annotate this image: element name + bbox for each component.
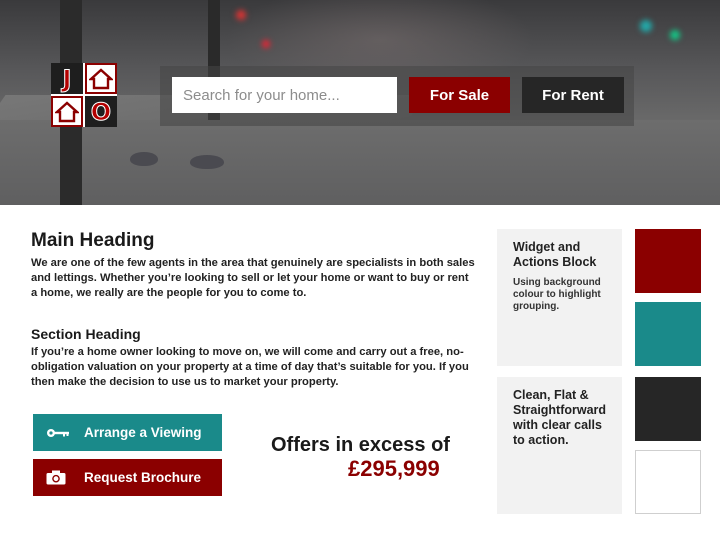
logo-letter-o-text: O — [90, 97, 112, 126]
hero-light — [262, 40, 270, 48]
key-icon — [46, 428, 74, 438]
color-swatch-white — [635, 450, 701, 514]
color-swatch-teal — [635, 302, 701, 366]
section-heading: Section Heading — [31, 326, 141, 342]
hero-road — [0, 120, 720, 205]
search-input[interactable] — [172, 77, 397, 113]
logo[interactable]: J O — [51, 63, 117, 127]
house-icon — [51, 96, 83, 127]
color-swatch-red — [635, 229, 701, 293]
for-sale-button[interactable]: For Sale — [409, 77, 510, 113]
hero-light — [640, 20, 652, 32]
widget-title: Widget and Actions Block — [513, 240, 597, 269]
arrange-viewing-label: Arrange a Viewing — [84, 425, 202, 440]
widget-actions-block: Widget and Actions Block Using backgroun… — [497, 229, 622, 366]
logo-letter-j: J — [51, 63, 83, 94]
widget-text: Using background colour to highlight gro… — [513, 277, 601, 312]
widget-clean-flat: Clean, Flat & Straightforward with clear… — [497, 377, 622, 514]
logo-letter-j-text: J — [62, 64, 72, 93]
offers-label: Offers in excess of — [271, 434, 450, 456]
price: £295,999 — [348, 456, 440, 481]
section-paragraph: If you’re a home owner looking to move o… — [31, 346, 469, 388]
arrange-viewing-button[interactable]: Arrange a Viewing — [33, 414, 222, 451]
widget-title: Clean, Flat & Straightforward with clear… — [513, 388, 607, 447]
intro-paragraph: We are one of the few agents in the area… — [31, 257, 475, 299]
hero-light — [670, 30, 680, 40]
main-heading: Main Heading — [31, 230, 155, 251]
color-swatch-dark — [635, 377, 701, 441]
pigeon — [190, 155, 224, 169]
camera-icon — [46, 470, 74, 485]
hero-light — [236, 10, 246, 20]
house-icon — [85, 63, 117, 94]
for-rent-button[interactable]: For Rent — [522, 77, 624, 113]
request-brochure-label: Request Brochure — [84, 470, 202, 485]
pigeon — [130, 152, 158, 166]
logo-letter-o: O — [85, 96, 117, 127]
request-brochure-button[interactable]: Request Brochure — [33, 459, 222, 496]
